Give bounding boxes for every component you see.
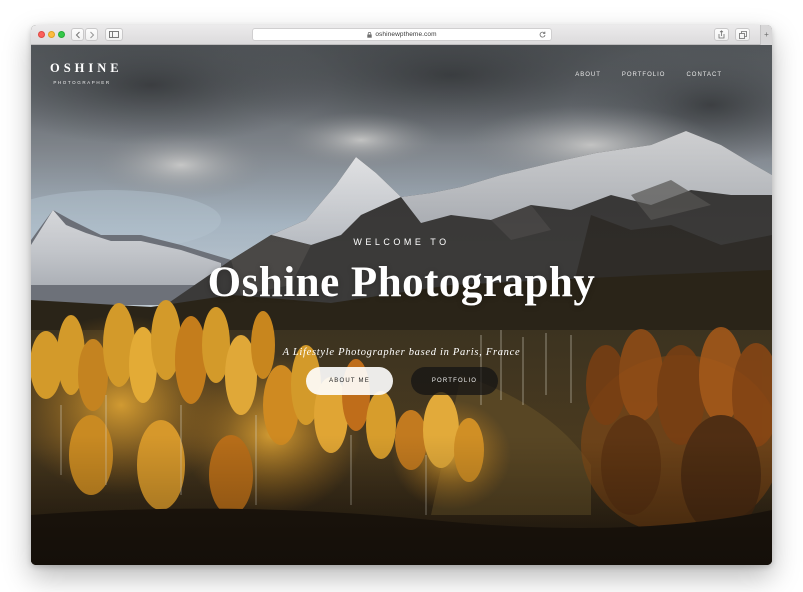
about-me-button[interactable]: ABOUT ME <box>306 367 393 395</box>
address-bar-url: oshinewptheme.com <box>375 31 437 38</box>
browser-window: oshinewptheme.com + OSHINE PHOTOGRAPHER … <box>31 25 772 565</box>
share-icon <box>718 30 725 39</box>
nav-item-about[interactable]: ABOUT <box>575 72 601 78</box>
chevron-right-icon <box>89 31 94 38</box>
chevron-left-icon <box>75 31 80 38</box>
nav-item-portfolio[interactable]: PORTFOLIO <box>622 72 666 78</box>
close-window-button[interactable] <box>38 31 45 38</box>
lock-icon <box>367 31 373 38</box>
hero-eyebrow: WELCOME TO <box>353 237 450 247</box>
tabs-overview-button[interactable] <box>735 28 750 41</box>
tabs-icon <box>738 30 747 39</box>
back-button[interactable] <box>71 28 84 41</box>
sidebar-icon <box>109 31 119 38</box>
share-button[interactable] <box>714 28 729 41</box>
reload-icon[interactable] <box>539 31 546 38</box>
portfolio-button[interactable]: PORTFOLIO <box>411 367 498 395</box>
site-logo[interactable]: OSHINE PHOTOGRAPHER <box>46 61 123 85</box>
logo-subtitle: PHOTOGRAPHER <box>53 80 111 85</box>
zoom-window-button[interactable] <box>58 31 65 38</box>
minimize-window-button[interactable] <box>48 31 55 38</box>
hero-title: Oshine Photography <box>207 259 596 306</box>
address-bar[interactable]: oshinewptheme.com <box>252 28 552 41</box>
hero-section: OSHINE PHOTOGRAPHER ABOUT PORTFOLIO CONT… <box>31 45 772 565</box>
browser-toolbar: oshinewptheme.com + <box>31 25 772 45</box>
hero-tagline: A Lifestyle Photographer based in Paris,… <box>282 347 521 358</box>
sidebar-button[interactable] <box>105 28 123 41</box>
logo-title: OSHINE <box>50 61 123 75</box>
main-nav: ABOUT PORTFOLIO CONTACT <box>575 72 722 78</box>
forward-button[interactable] <box>85 28 98 41</box>
new-tab-button[interactable]: + <box>760 25 772 45</box>
nav-item-contact[interactable]: CONTACT <box>686 72 722 78</box>
